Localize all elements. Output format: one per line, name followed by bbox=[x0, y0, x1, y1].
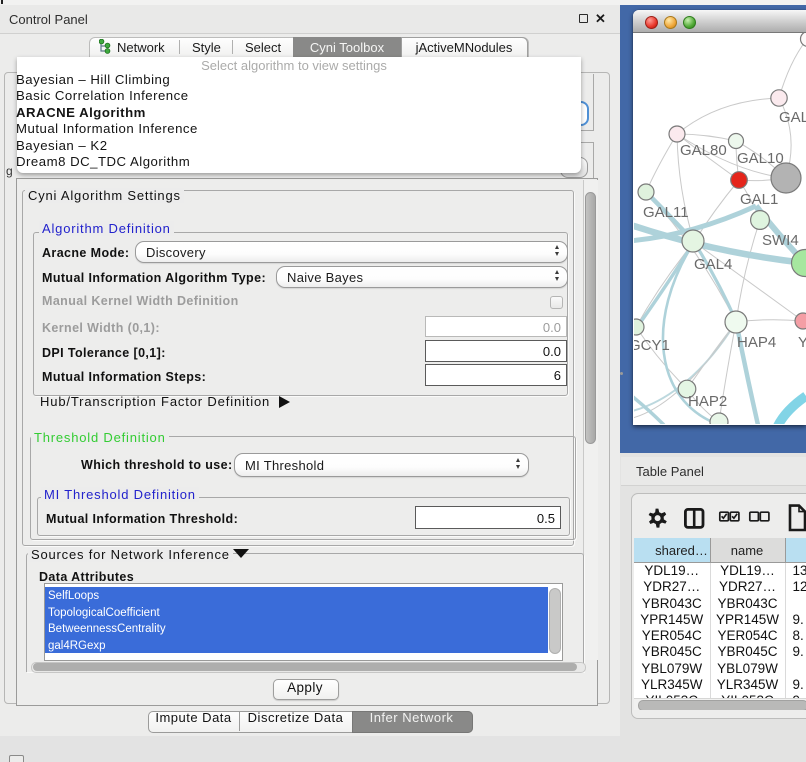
svg-text:GAL: GAL bbox=[779, 109, 806, 126]
svg-text:GAL11: GAL11 bbox=[643, 204, 689, 221]
svg-text:GAL80: GAL80 bbox=[680, 142, 727, 159]
svg-text:HAP2: HAP2 bbox=[688, 393, 727, 410]
svg-text:GCY1: GCY1 bbox=[634, 337, 670, 354]
svg-text:HAP4: HAP4 bbox=[737, 334, 776, 351]
svg-text:GAL1: GAL1 bbox=[740, 191, 778, 208]
svg-text:Y: Y bbox=[798, 334, 806, 351]
svg-text:SWI4: SWI4 bbox=[762, 232, 799, 249]
svg-text:GAL10: GAL10 bbox=[737, 150, 784, 167]
svg-text:GAL4: GAL4 bbox=[694, 256, 732, 273]
